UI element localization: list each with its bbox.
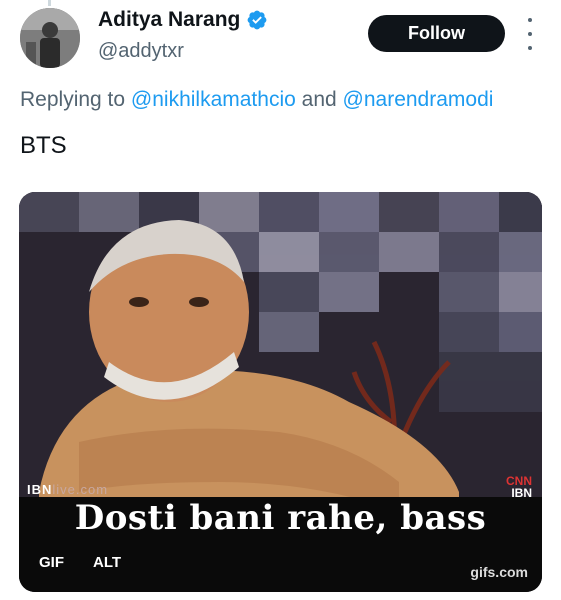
dot — [528, 32, 532, 36]
reply-context: Replying to @nikhilkamathcio and @narend… — [20, 88, 493, 112]
channel-logo-left: IBNlive.com — [27, 482, 108, 497]
channel-suffix: live.com — [52, 482, 109, 497]
alt-text-button[interactable]: ALT — [93, 554, 121, 571]
gif-media[interactable]: IBNlive.com CNN IBN Dosti bani rahe, bas… — [19, 192, 542, 592]
author-handle[interactable]: @addytxr — [98, 40, 184, 63]
gif-badge: GIF — [39, 554, 64, 571]
mention-link[interactable]: @nikhilkamathcio — [131, 88, 296, 111]
dot — [528, 18, 532, 22]
author-name[interactable]: Aditya Narang — [98, 8, 240, 32]
follow-button[interactable]: Follow — [368, 15, 505, 52]
dot — [528, 46, 532, 50]
tweet-text: BTS — [20, 132, 67, 159]
reply-joiner: and — [301, 88, 337, 111]
reply-prefix: Replying to — [20, 88, 126, 111]
more-options-icon[interactable] — [524, 18, 536, 50]
gif-caption: Dosti bani rahe, bass — [74, 498, 487, 538]
watermark: gifs.com — [470, 564, 528, 580]
verified-badge-icon — [247, 10, 267, 30]
avatar-image — [20, 8, 80, 68]
author-name-row: Aditya Narang — [98, 8, 268, 32]
channel-logo-right: CNN IBN — [506, 475, 532, 499]
channel-name: IBN — [27, 482, 53, 497]
mention-link[interactable]: @narendramodi — [343, 88, 494, 111]
thread-line — [48, 0, 51, 6]
avatar[interactable] — [20, 8, 80, 68]
